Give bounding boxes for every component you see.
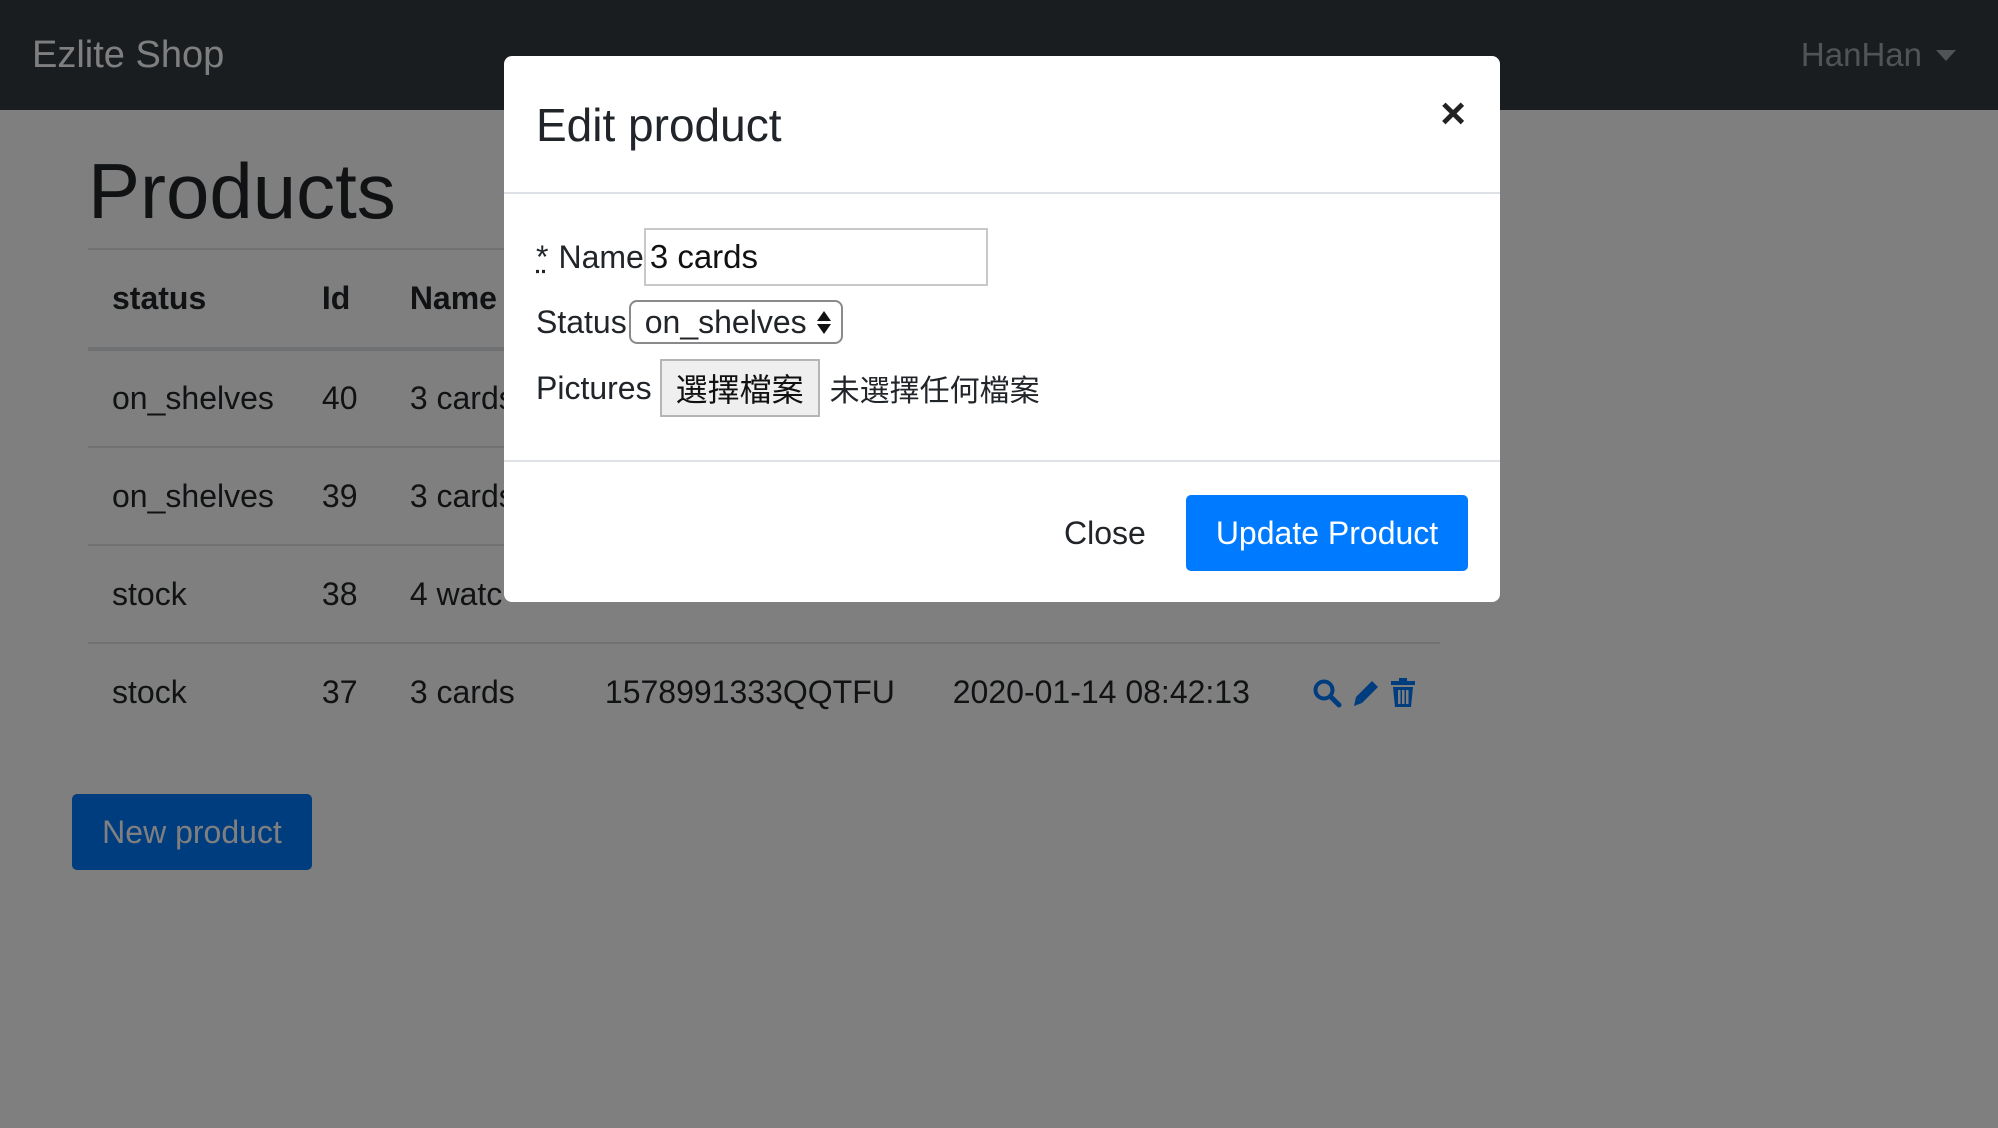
status-select[interactable]: on_shelves (628, 300, 843, 344)
file-status-text: 未選擇任何檔案 (829, 374, 1040, 409)
close-icon[interactable]: × (1440, 92, 1466, 136)
update-product-button[interactable]: Update Product (1186, 495, 1468, 571)
select-arrows-icon (816, 310, 831, 334)
name-input[interactable] (643, 228, 988, 286)
modal-body: * Name Status on_shelves Pictures 選擇檔案 未… (504, 194, 1500, 462)
status-row: Status on_shelves (536, 300, 843, 344)
name-row: * Name (536, 228, 988, 286)
modal-footer: Close Update Product (504, 462, 1500, 600)
modal-header: Edit product × (504, 56, 1500, 194)
choose-file-button[interactable]: 選擇檔案 (659, 359, 820, 417)
close-button[interactable]: Close (1044, 495, 1166, 571)
required-mark: * (536, 238, 549, 275)
status-label: Status (536, 303, 627, 340)
name-label: Name (558, 238, 644, 275)
edit-product-modal: Edit product × * Name Status on_shelves … (504, 56, 1500, 602)
pictures-row: Pictures 選擇檔案 未選擇任何檔案 (536, 359, 1040, 417)
pictures-label: Pictures (536, 369, 652, 406)
modal-title: Edit product (536, 99, 782, 151)
status-selected-value: on_shelves (644, 303, 807, 340)
